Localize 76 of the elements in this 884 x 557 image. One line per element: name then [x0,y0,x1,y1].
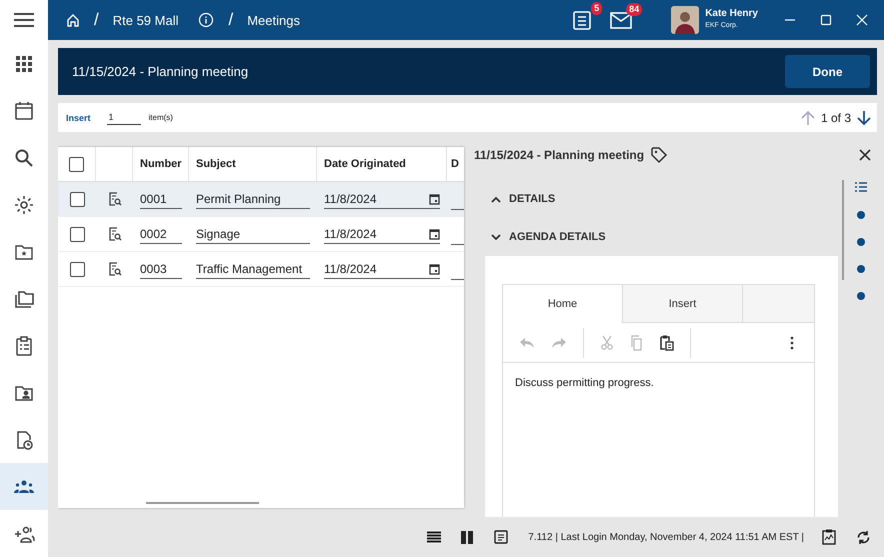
number-field[interactable]: 0001 [140,189,182,209]
column-header[interactable]: Subject [189,147,317,181]
maximize-icon[interactable] [820,14,832,26]
document-icon[interactable] [494,530,508,544]
refresh-icon[interactable] [856,530,871,544]
number-field[interactable]: 0002 [140,224,182,244]
breadcrumb-link[interactable]: Meetings [247,12,300,28]
info-icon[interactable] [198,12,214,28]
nav-dot[interactable] [856,238,864,246]
insert-link[interactable]: Insert [66,112,91,122]
calendar-icon[interactable] [429,193,440,205]
page-title: 11/15/2024 - Planning meeting [72,64,248,79]
more-icon[interactable] [790,336,794,350]
avatar[interactable] [671,6,700,34]
preview-icon[interactable] [108,262,122,276]
subject-field[interactable]: Permit Planning [196,189,310,209]
menu-button[interactable] [0,0,48,40]
paste-icon[interactable] [660,334,674,350]
chevron-icon [491,234,501,240]
sidebar-item[interactable] [0,463,48,510]
date-field[interactable]: 11/8/2024 [324,259,440,279]
row-checkbox[interactable] [70,262,84,276]
editor-tab[interactable]: Home [503,285,623,323]
select-all-checkbox[interactable] [69,156,84,172]
date-field[interactable]: 11/8/2024 [324,189,440,209]
column-header[interactable]: Number [133,147,189,181]
column-header[interactable]: D [447,147,464,181]
home-icon[interactable] [66,13,80,27]
user-name: Kate Henry [705,8,758,20]
clipboard-icon[interactable] [571,9,594,31]
preview-icon[interactable] [108,192,122,206]
clipboard-chart-icon[interactable] [822,529,836,545]
row-checkbox[interactable] [70,192,84,206]
search-icon [13,146,35,168]
calendar-icon [13,100,35,122]
calendar-icon[interactable] [429,228,440,240]
subject-field[interactable]: Traffic Management [196,259,310,279]
tag-icon[interactable] [650,146,668,164]
scrollbar[interactable] [146,502,259,504]
detail-title: 11/15/2024 - Planning meeting [474,148,644,162]
table-row[interactable]: 0003 Traffic Management 11/8/2024 [58,252,464,287]
date-field[interactable]: 11/8/2024 [324,224,440,244]
scrollbar[interactable] [842,180,844,280]
notification-count: 5 [591,2,602,15]
list-view-icon[interactable] [427,531,442,543]
preview-icon[interactable] [108,227,122,241]
status-text: 7.112 | Last Login Monday, November 4, 2024 11:51 AM EST | [528,532,804,542]
calendar-icon[interactable] [429,263,440,275]
chevron-icon [491,196,501,202]
editor-text[interactable]: Discuss permitting progress. [503,363,814,403]
table-row[interactable]: 0001 Permit Planning 11/8/2024 [58,182,464,217]
down-arrow-icon[interactable] [857,110,871,126]
row-checkbox[interactable] [70,226,84,242]
editor-tab[interactable]: Insert [623,285,743,322]
table-row[interactable]: 0002 Signage 11/8/2024 [58,217,464,252]
done-button[interactable]: Done [785,55,870,88]
unit-label: item(s) [148,113,173,122]
menu-icon [13,12,35,28]
columns-icon[interactable] [461,530,474,544]
section-header[interactable]: DETAILS [485,180,556,218]
number-field[interactable]: 0003 [140,259,182,279]
nav-dot[interactable] [856,265,864,273]
subject-field[interactable]: Signage [196,224,310,244]
section-header[interactable]: AGENDA DETAILS [485,218,606,256]
pager-text: 1 of 3 [820,110,851,124]
count-field[interactable]: 1 [106,110,141,125]
breadcrumb-separator: / [94,10,99,30]
breadcrumb-link[interactable]: Rte 59 Mall [112,12,178,28]
nav-dot[interactable] [856,211,864,219]
notification-count: 84 [626,3,642,16]
nav-dot[interactable] [856,292,864,300]
list-icon[interactable] [854,182,866,192]
close-icon[interactable] [859,149,871,161]
column-header[interactable]: Date Originated [317,147,447,181]
breadcrumb-separator: / [228,10,234,30]
settings-icon [13,194,35,216]
